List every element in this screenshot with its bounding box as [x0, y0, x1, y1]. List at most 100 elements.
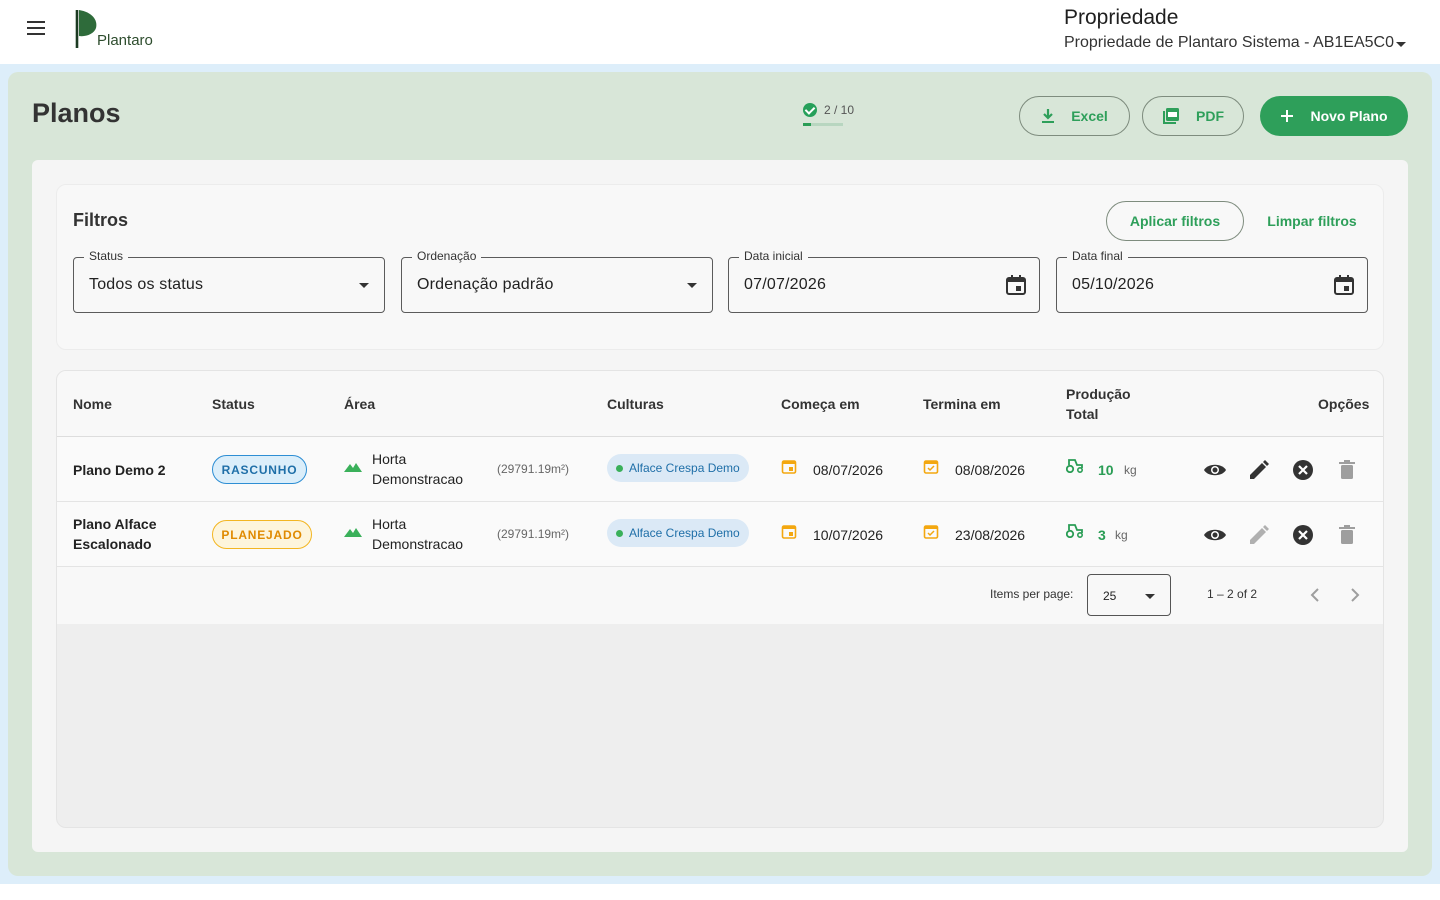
- top-bar: Plantaro Propriedade Propriedade de Plan…: [0, 0, 1440, 64]
- apply-filters-button[interactable]: Aplicar filtros: [1106, 201, 1244, 241]
- production-value: 3: [1098, 527, 1106, 543]
- plan-name: Plano Demo 2: [73, 462, 166, 478]
- col-area[interactable]: Área: [344, 396, 375, 412]
- page-frame: Planos 2 / 10 Excel PDF Novo Plano Filtr…: [8, 72, 1432, 876]
- calendar-event-icon: [781, 460, 797, 474]
- start-date: 10/07/2026: [813, 527, 884, 543]
- culture-name: Alface Crespa Demo: [629, 526, 740, 540]
- export-pdf-button[interactable]: PDF: [1142, 96, 1244, 136]
- next-page-icon[interactable]: [1343, 583, 1367, 607]
- caret-down-icon: [1395, 41, 1406, 47]
- calendar-icon[interactable]: [1005, 274, 1027, 296]
- filters-card: Filtros Aplicar filtros Limpar filtros S…: [56, 184, 1384, 350]
- end-date-input[interactable]: Data final 05/10/2026: [1056, 249, 1368, 313]
- view-eye-icon[interactable]: [1203, 458, 1227, 482]
- production-value: 10: [1098, 462, 1114, 478]
- download-icon: [1042, 109, 1055, 123]
- terrain-icon: [344, 463, 362, 472]
- new-plan-label: Novo Plano: [1310, 108, 1388, 124]
- col-cultures[interactable]: Culturas: [607, 396, 664, 412]
- order-value: Ordenação padrão: [417, 276, 554, 293]
- clear-filters-button[interactable]: Limpar filtros: [1256, 201, 1368, 241]
- culture-dot: [616, 529, 623, 537]
- col-end[interactable]: Termina em: [923, 396, 1001, 412]
- dropdown-arrow-icon: [1145, 594, 1155, 599]
- plan-name-line1: Plano Alface: [73, 516, 157, 532]
- menu-icon[interactable]: [20, 14, 52, 42]
- pdf-label: PDF: [1196, 108, 1224, 124]
- area-name-line2: Demonstracao: [372, 536, 464, 552]
- plantaro-logo[interactable]: Plantaro: [72, 8, 172, 52]
- cancel-circle-icon[interactable]: [1291, 458, 1315, 482]
- start-date-value: 07/07/2026: [744, 276, 827, 293]
- quota-text: 2 / 10: [824, 103, 855, 117]
- tractor-icon: [1066, 459, 1083, 473]
- logo-text: Plantaro: [97, 32, 153, 49]
- area-size: (29791.19m²): [497, 527, 570, 541]
- area-size: (29791.19m²): [497, 462, 570, 476]
- delete-trash-icon[interactable]: [1335, 523, 1359, 547]
- page-size-value: 25: [1103, 589, 1117, 603]
- culture-name: Alface Crespa Demo: [629, 461, 740, 475]
- col-start[interactable]: Começa em: [781, 396, 860, 412]
- page-range: 1 – 2 of 2: [1207, 587, 1258, 601]
- property-selector[interactable]: Propriedade Propriedade de Plantaro Sist…: [1064, 6, 1424, 52]
- plan-name-line2: Escalonado: [73, 536, 152, 552]
- col-options: Opções: [1318, 396, 1370, 412]
- status-label: Status: [84, 249, 129, 263]
- start-date-label: Data inicial: [739, 249, 808, 263]
- area-name-line1: Horta: [372, 516, 407, 532]
- previous-page-icon[interactable]: [1303, 583, 1327, 607]
- cancel-circle-icon[interactable]: [1291, 523, 1315, 547]
- edit-pencil-icon-disabled[interactable]: [1247, 523, 1271, 547]
- end-date: 23/08/2026: [955, 527, 1026, 543]
- plans-table: Nome Status Área Culturas Começa em Term…: [56, 370, 1384, 828]
- status-badge: RASCUNHO: [212, 455, 307, 484]
- table-row[interactable]: Plano Demo 2 RASCUNHO Horta Demonstracao…: [57, 437, 1383, 502]
- items-per-page-label: Items per page:: [990, 587, 1074, 601]
- status-select[interactable]: Status Todos os status: [73, 249, 385, 313]
- new-plan-button[interactable]: Novo Plano: [1260, 96, 1408, 136]
- filters-title: Filtros: [73, 210, 129, 230]
- property-title: Propriedade: [1064, 6, 1179, 29]
- tractor-icon: [1066, 524, 1083, 538]
- check-circle-icon: [803, 103, 817, 117]
- export-excel-button[interactable]: Excel: [1019, 96, 1130, 136]
- property-name: Propriedade de Plantaro Sistema - AB1EA5…: [1064, 34, 1394, 51]
- delete-trash-icon[interactable]: [1335, 458, 1359, 482]
- area-name-line1: Horta: [372, 451, 407, 467]
- col-name[interactable]: Nome: [73, 396, 112, 412]
- view-eye-icon[interactable]: [1203, 523, 1227, 547]
- end-date-value: 05/10/2026: [1072, 276, 1155, 293]
- calendar-icon[interactable]: [1333, 274, 1355, 296]
- quota-bar-fill: [803, 123, 811, 126]
- culture-chip: Alface Crespa Demo: [607, 519, 749, 547]
- calendar-check-icon: [923, 460, 939, 474]
- col-status[interactable]: Status: [212, 396, 255, 412]
- page-title: Planos: [32, 98, 121, 128]
- col-production-1[interactable]: Produção: [1066, 386, 1131, 402]
- start-date: 08/07/2026: [813, 462, 884, 478]
- status-value: Todos os status: [89, 276, 204, 293]
- page-size-select[interactable]: 25: [1087, 574, 1171, 616]
- col-production-2[interactable]: Total: [1066, 406, 1098, 422]
- edit-pencil-icon[interactable]: [1247, 458, 1271, 482]
- content-panel: Filtros Aplicar filtros Limpar filtros S…: [32, 160, 1408, 852]
- dropdown-arrow-icon: [359, 283, 369, 288]
- plus-icon: [1281, 110, 1294, 122]
- area-name-line2: Demonstracao: [372, 471, 464, 487]
- order-label: Ordenação: [412, 249, 482, 263]
- culture-dot: [616, 464, 623, 472]
- production-unit: kg: [1115, 528, 1128, 542]
- end-date-label: Data final: [1067, 249, 1128, 263]
- excel-label: Excel: [1071, 108, 1108, 124]
- order-select[interactable]: Ordenação Ordenação padrão: [401, 249, 713, 313]
- table-row[interactable]: Plano Alface Escalonado PLANEJADO Horta …: [57, 502, 1383, 567]
- pdf-icon: [1163, 108, 1179, 124]
- paginator: Items per page: 25 1 – 2 of 2: [57, 567, 1383, 624]
- calendar-check-icon: [923, 525, 939, 539]
- dropdown-arrow-icon: [687, 283, 697, 288]
- production-unit: kg: [1124, 463, 1137, 477]
- start-date-input[interactable]: Data inicial 07/07/2026: [728, 249, 1040, 313]
- property-dropdown[interactable]: Propriedade de Plantaro Sistema - AB1EA5…: [1064, 34, 1424, 52]
